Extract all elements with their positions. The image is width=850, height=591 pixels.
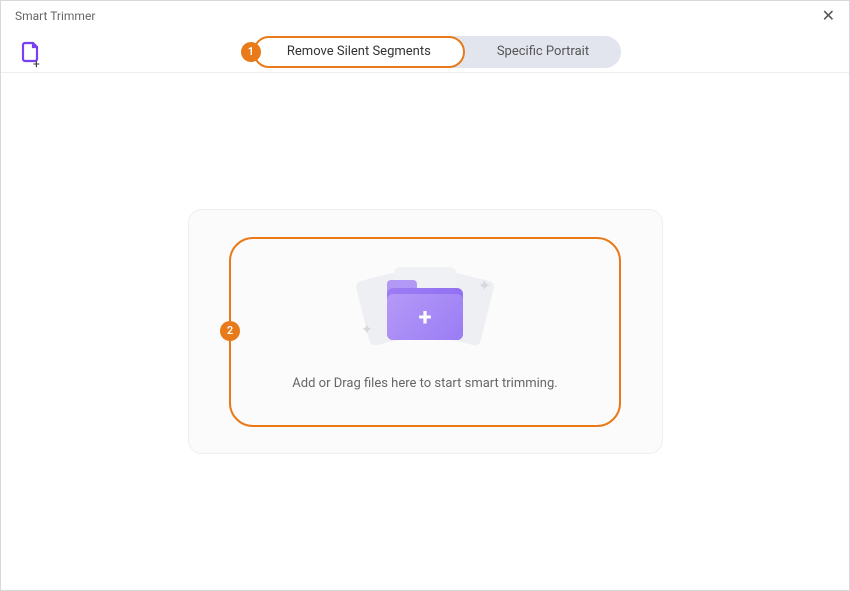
mode-tabs: 1 Remove Silent Segments Specific Portra… (253, 36, 621, 68)
window-title: Smart Trimmer (15, 9, 95, 23)
folder-illustration: ✦ ✦ + (365, 272, 485, 352)
tab-specific-portrait[interactable]: Specific Portrait (465, 36, 621, 68)
close-icon[interactable]: ✕ (822, 6, 835, 25)
main-content: 2 ✦ ✦ + Add or Drag files here to (1, 73, 849, 590)
sparkle-icon: ✦ (478, 276, 491, 295)
sparkle-icon: ✦ (361, 322, 373, 338)
dropzone-panel: 2 ✦ ✦ + Add or Drag files here to (188, 209, 663, 454)
folder-icon: + (387, 284, 463, 340)
tab-label: Remove Silent Segments (287, 44, 431, 59)
smart-trimmer-window: Smart Trimmer ✕ + 1 Remove Silent Segmen… (0, 0, 850, 591)
toolbar: + 1 Remove Silent Segments Specific Port… (1, 31, 849, 73)
titlebar: Smart Trimmer ✕ (1, 1, 849, 31)
dropzone-text: Add or Drag files here to start smart tr… (292, 376, 557, 391)
file-dropzone[interactable]: 2 ✦ ✦ + Add or Drag files here to (229, 237, 621, 427)
tab-label: Specific Portrait (497, 44, 589, 59)
plus-badge-icon: + (33, 57, 40, 71)
step-2-badge: 2 (220, 321, 240, 341)
tabs-container: 1 Remove Silent Segments Specific Portra… (43, 36, 831, 68)
tab-remove-silent-segments[interactable]: Remove Silent Segments (253, 36, 465, 68)
plus-icon: + (418, 303, 431, 331)
step-1-badge: 1 (241, 42, 261, 62)
